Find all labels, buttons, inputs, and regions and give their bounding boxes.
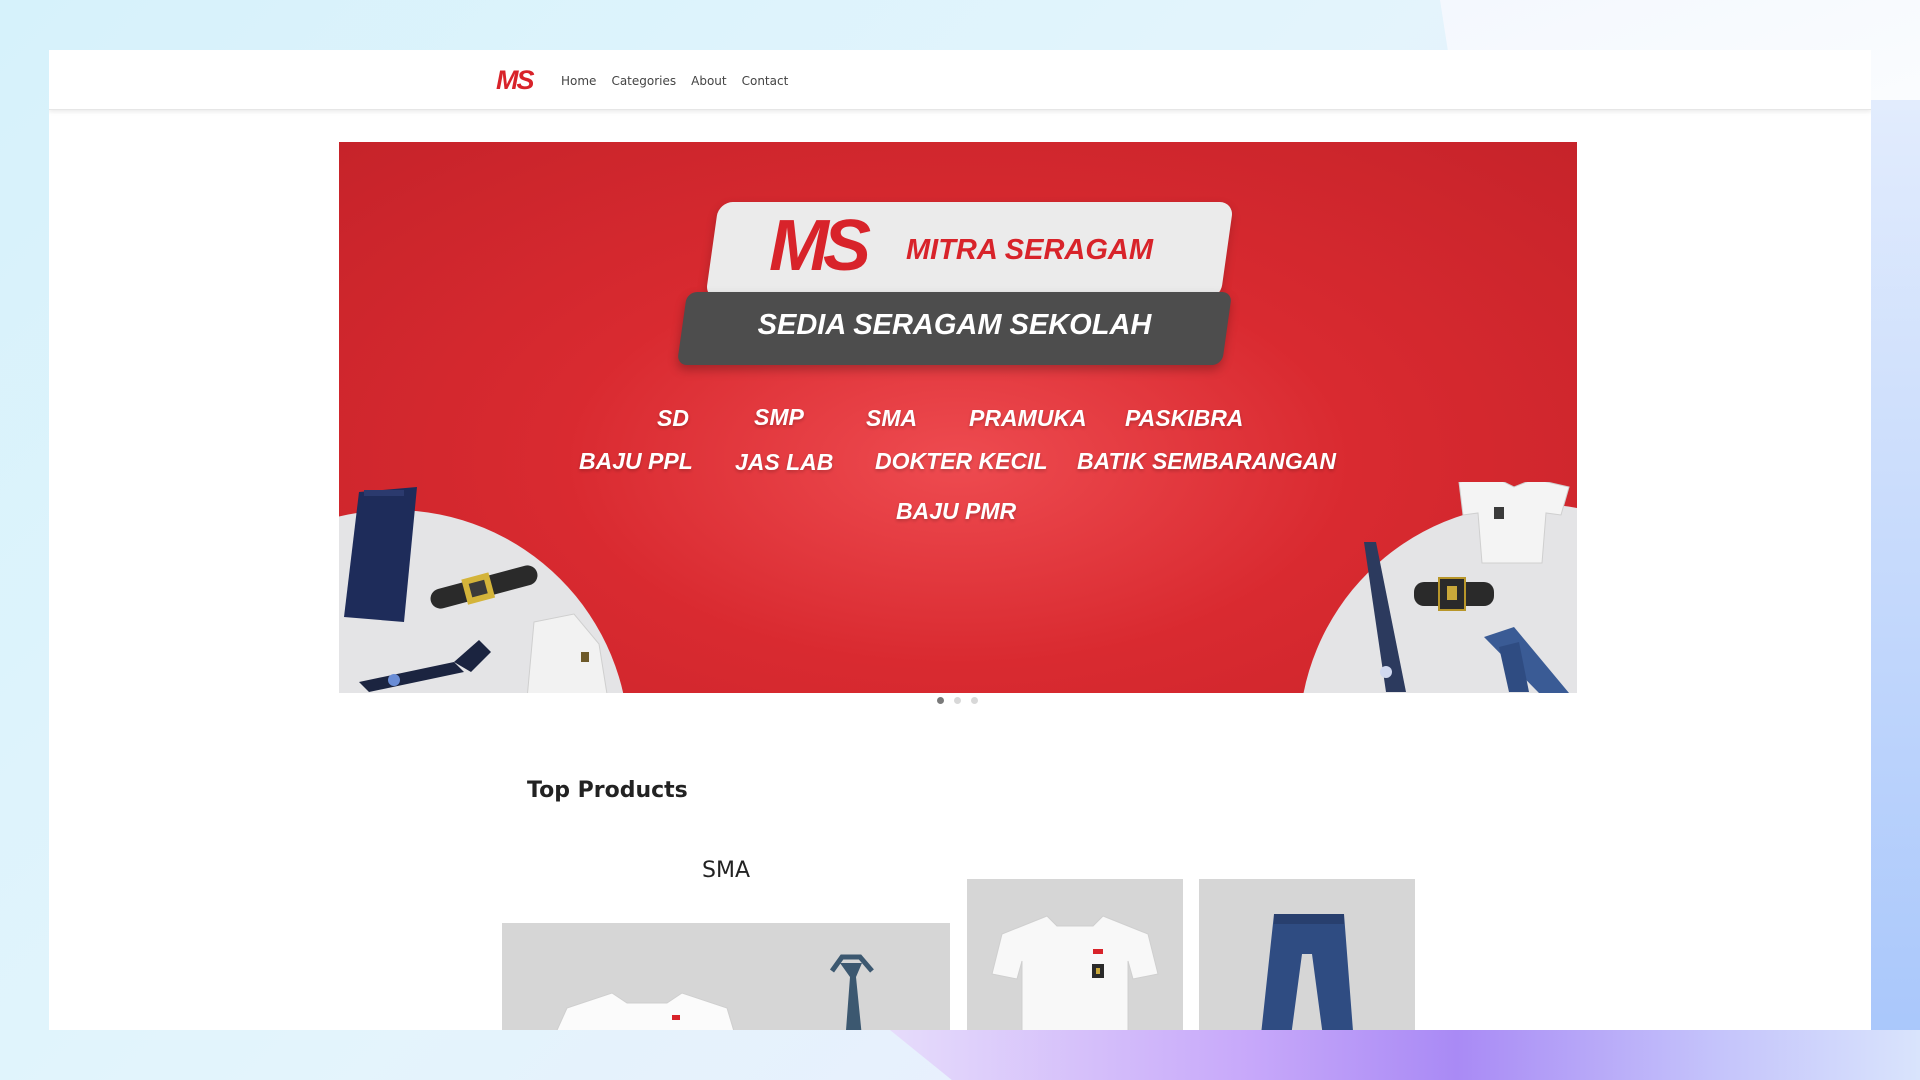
white-shirt-image <box>991 915 1159 1030</box>
category-jas-lab: JAS LAB <box>735 449 834 475</box>
category-sma: SMA <box>866 405 918 431</box>
category-sd: SD <box>657 405 689 431</box>
category-pramuka: PRAMUKA <box>969 405 1087 431</box>
product-card-shirt[interactable] <box>967 879 1183 1030</box>
background-shape <box>1870 100 1920 1040</box>
category-baju-ppl: BAJU PPL <box>579 448 693 474</box>
banner-tagline: SEDIA SERAGAM SEKOLAH <box>757 309 1152 341</box>
sma-uniform-image <box>556 954 874 1030</box>
nav-categories-link[interactable]: Categories <box>611 74 676 88</box>
featured-product-title[interactable]: SMA <box>502 858 950 883</box>
banner-logo-mark: MS <box>769 206 871 286</box>
category-smp: SMP <box>754 404 804 430</box>
nav-menu: Home Categories About Contact <box>561 74 788 88</box>
carousel-indicators <box>937 697 978 704</box>
nav-about-link[interactable]: About <box>691 74 726 88</box>
uniform-products-right-image <box>1364 482 1570 693</box>
nav-home-link[interactable]: Home <box>561 74 596 88</box>
carousel-dot-2[interactable] <box>954 697 961 704</box>
hero-banner[interactable]: MS MITRA SERAGAM SEDIA SERAGAM SEKOLAH S… <box>339 142 1577 693</box>
product-card-pants[interactable] <box>1199 879 1415 1030</box>
blue-pants-image <box>1261 914 1353 1030</box>
uniform-products-left-image <box>344 487 608 693</box>
carousel-dot-3[interactable] <box>971 697 978 704</box>
category-batik: BATIK SEMBARANGAN <box>1077 448 1336 474</box>
background-band <box>890 1030 1920 1080</box>
brand-logo[interactable]: MS <box>496 67 534 94</box>
navbar: MS Home Categories About Contact <box>49 50 1871 110</box>
category-paskibra: PASKIBRA <box>1125 405 1244 431</box>
category-dokter-kecil: DOKTER KECIL <box>875 448 1048 474</box>
nav-contact-link[interactable]: Contact <box>742 74 789 88</box>
banner-logo-name: MITRA SERAGAM <box>906 234 1154 266</box>
product-card-sma[interactable] <box>502 923 950 1030</box>
top-products-heading: Top Products <box>527 778 688 803</box>
category-baju-pmr: BAJU PMR <box>896 498 1017 524</box>
browser-viewport: MS Home Categories About Contact MS MITR… <box>49 50 1871 1030</box>
carousel-dot-1[interactable] <box>937 697 944 704</box>
